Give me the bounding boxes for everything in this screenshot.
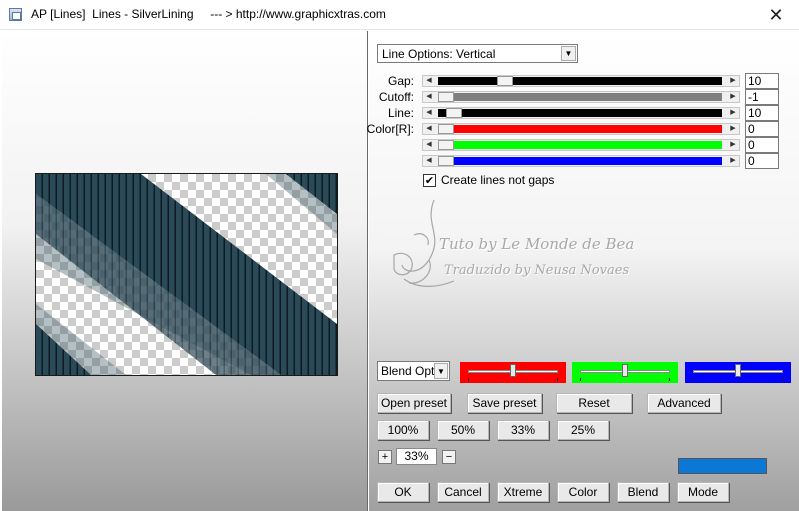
reset-button[interactable]: Reset (556, 393, 632, 413)
cancel-button[interactable]: Cancel (437, 482, 489, 502)
arrow-right-icon[interactable]: ▶ (727, 108, 739, 118)
gap-thumb[interactable] (496, 76, 513, 86)
gap-value-field[interactable]: 10 (745, 73, 779, 89)
color-r-slider[interactable]: ◀ ▶ (422, 123, 740, 135)
line-track (438, 109, 722, 117)
xtreme-button[interactable]: Xtreme (497, 482, 549, 502)
preview-canvas (36, 174, 337, 375)
line-options-value: Line Options: Vertical (382, 47, 496, 61)
save-preset-button[interactable]: Save preset (467, 393, 542, 413)
color-g-slider[interactable]: ◀ ▶ (422, 139, 740, 151)
arrow-right-icon[interactable]: ▶ (727, 124, 739, 134)
cutoff-label: Cutoff: (378, 90, 414, 104)
color-b-slider[interactable]: ◀ ▶ (422, 155, 740, 167)
green-blend-slider[interactable] (572, 362, 678, 383)
zoom-in-button[interactable]: + (378, 450, 392, 464)
blend-button[interactable]: Blend (617, 482, 669, 502)
gap-track (438, 77, 722, 85)
chevron-down-icon[interactable]: ▼ (434, 363, 448, 379)
preview-panel (2, 31, 368, 511)
blend-options-select[interactable]: Blend Optio ▼ (377, 361, 450, 381)
blue-blend-slider[interactable] (685, 362, 791, 383)
line-options-dropdown[interactable]: Line Options: Vertical ▼ (377, 44, 578, 63)
line-slider[interactable]: ◀ ▶ (422, 107, 740, 119)
arrow-right-icon[interactable]: ▶ (727, 140, 739, 150)
chevron-down-icon[interactable]: ▼ (561, 46, 576, 61)
gap-slider[interactable]: ◀ ▶ (422, 75, 740, 87)
app-icon (9, 8, 22, 21)
blend-options-value: Blend Optio (381, 364, 435, 378)
color-swatch[interactable] (678, 458, 767, 474)
arrow-left-icon[interactable]: ◀ (423, 108, 435, 118)
watermark-line-1: Tuto by Le Monde de Bea (439, 235, 635, 253)
window-title: AP [Lines] Lines - SilverLining --- > ht… (31, 7, 386, 21)
red-blend-knob[interactable] (510, 364, 516, 377)
color-g-value-field[interactable]: 0 (745, 137, 779, 153)
zoom-out-button[interactable]: − (442, 450, 456, 464)
blue-blend-ticks (693, 378, 783, 381)
cutoff-thumb[interactable] (438, 92, 454, 102)
create-lines-option[interactable]: ✔ Create lines not gaps (423, 173, 554, 187)
color-g-track (438, 141, 722, 149)
color-button[interactable]: Color (557, 482, 609, 502)
color-r-value-field[interactable]: 0 (745, 121, 779, 137)
green-blend-ticks (580, 378, 670, 381)
zoom-50-button[interactable]: 50% (437, 420, 489, 440)
line-value-field[interactable]: 10 (745, 105, 779, 121)
color-b-value-field[interactable]: 0 (745, 153, 779, 169)
create-lines-checkbox[interactable]: ✔ (423, 173, 436, 187)
cutoff-slider[interactable]: ◀ ▶ (422, 91, 740, 103)
zoom-level-field[interactable]: 33% (396, 448, 437, 465)
blue-blend-knob[interactable] (735, 364, 741, 377)
mode-button[interactable]: Mode (677, 482, 729, 502)
arrow-left-icon[interactable]: ◀ (423, 140, 435, 150)
cutoff-track (438, 93, 722, 101)
cutoff-value-field[interactable]: -1 (745, 89, 779, 105)
close-button[interactable]: ✕ (753, 0, 799, 30)
zoom-25-button[interactable]: 25% (557, 420, 609, 440)
red-blend-slider[interactable] (460, 362, 566, 383)
color-r-label: Color[R]: (366, 122, 414, 136)
color-r-track (438, 125, 722, 133)
advanced-button[interactable]: Advanced (647, 393, 721, 413)
title-bar: AP [Lines] Lines - SilverLining --- > ht… (0, 0, 799, 30)
color-b-track (438, 157, 722, 165)
zoom-100-button[interactable]: 100% (377, 420, 429, 440)
green-blend-knob[interactable] (622, 364, 628, 377)
gap-label: Gap: (387, 74, 414, 88)
line-thumb[interactable] (446, 108, 463, 118)
preview-image[interactable] (35, 173, 338, 376)
arrow-right-icon[interactable]: ▶ (727, 156, 739, 166)
watermark: Tuto by Le Monde de Bea Traduzido by Neu… (384, 195, 634, 305)
arrow-right-icon[interactable]: ▶ (727, 76, 739, 86)
color-b-thumb[interactable] (438, 156, 454, 166)
zoom-33-button[interactable]: 33% (497, 420, 549, 440)
arrow-left-icon[interactable]: ◀ (423, 124, 435, 134)
watermark-line-2: Traduzido by Neusa Novaes (444, 263, 630, 278)
red-blend-ticks (468, 378, 558, 381)
color-r-thumb[interactable] (438, 124, 454, 134)
arrow-left-icon[interactable]: ◀ (423, 156, 435, 166)
arrow-left-icon[interactable]: ◀ (423, 92, 435, 102)
ok-button[interactable]: OK (377, 482, 429, 502)
open-preset-button[interactable]: Open preset (377, 393, 451, 413)
line-label: Line: (387, 106, 414, 120)
create-lines-label: Create lines not gaps (441, 173, 555, 187)
arrow-left-icon[interactable]: ◀ (423, 76, 435, 86)
arrow-right-icon[interactable]: ▶ (727, 92, 739, 102)
color-g-thumb[interactable] (438, 140, 454, 150)
